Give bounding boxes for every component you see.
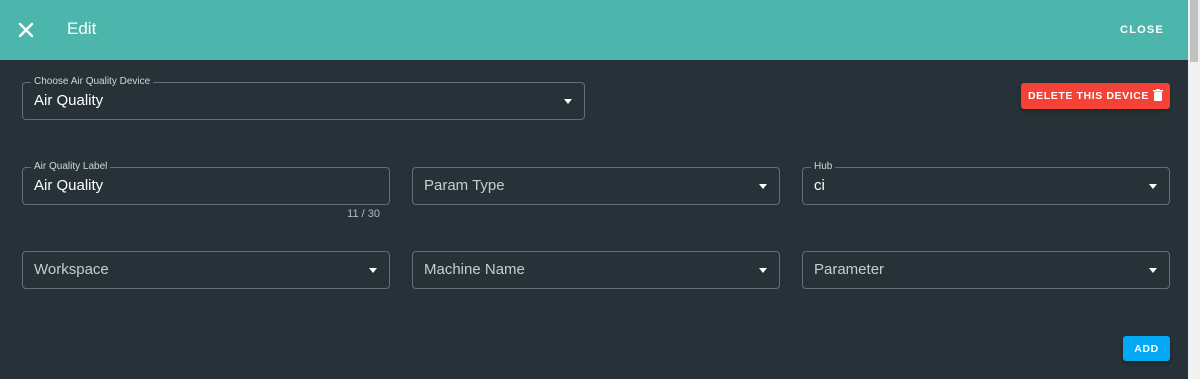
device-select-value: Air Quality xyxy=(34,92,104,109)
delete-device-label: DELETE THIS DEVICE xyxy=(1027,90,1150,102)
hub-label: Hub xyxy=(811,160,836,174)
dialog-title: Edit xyxy=(67,19,97,38)
hub-select[interactable]: Hub ci xyxy=(802,160,1170,205)
machine-name-placeholder: Machine Name xyxy=(424,261,525,278)
dropdown-arrow-icon xyxy=(369,268,377,273)
delete-device-button[interactable]: DELETE THIS DEVICE xyxy=(1021,83,1170,109)
trash-icon xyxy=(1153,88,1164,104)
add-button[interactable]: ADD xyxy=(1123,336,1170,361)
close-icon[interactable] xyxy=(14,18,38,42)
machine-name-select[interactable]: Machine Name xyxy=(412,251,780,289)
dropdown-arrow-icon xyxy=(564,99,572,104)
dropdown-arrow-icon xyxy=(759,184,767,189)
device-select[interactable]: Choose Air Quality Device Air Quality xyxy=(22,75,585,120)
dropdown-arrow-icon xyxy=(1149,184,1157,189)
parameter-select[interactable]: Parameter xyxy=(802,251,1170,289)
label-input[interactable]: Air Quality Label Air Quality xyxy=(22,160,390,205)
hub-value: ci xyxy=(814,177,825,194)
label-input-label: Air Quality Label xyxy=(31,160,111,174)
close-button[interactable]: CLOSE xyxy=(1108,18,1176,42)
scrollbar[interactable] xyxy=(1188,0,1200,379)
param-type-select[interactable]: Param Type xyxy=(412,167,780,205)
label-input-value: Air Quality xyxy=(34,177,104,194)
dialog-toolbar: Edit CLOSE xyxy=(0,0,1188,60)
parameter-placeholder: Parameter xyxy=(814,261,885,278)
workspace-select[interactable]: Workspace xyxy=(22,251,390,289)
character-counter: 11 / 30 xyxy=(347,208,380,220)
scrollbar-thumb[interactable] xyxy=(1190,0,1198,62)
dropdown-arrow-icon xyxy=(1149,268,1157,273)
dropdown-arrow-icon xyxy=(759,268,767,273)
workspace-placeholder: Workspace xyxy=(34,261,109,278)
param-type-placeholder: Param Type xyxy=(424,177,505,194)
device-select-label: Choose Air Quality Device xyxy=(31,75,154,89)
